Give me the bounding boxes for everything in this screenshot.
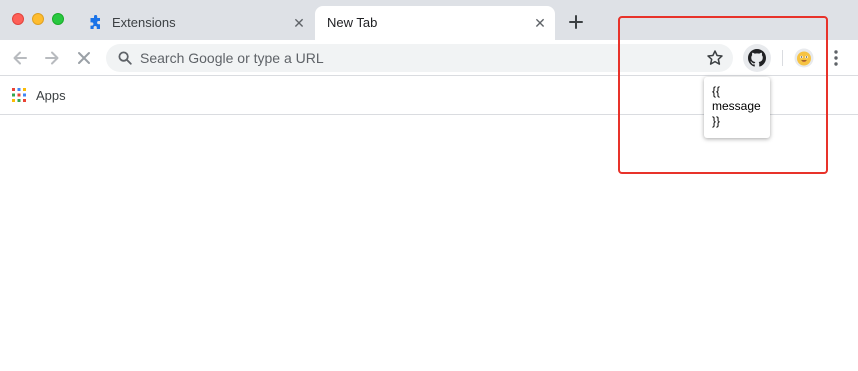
- tab-title: New Tab: [327, 15, 378, 30]
- tab-extensions[interactable]: Extensions ✕: [78, 6, 314, 40]
- menu-button[interactable]: [828, 48, 844, 68]
- stop-button[interactable]: [74, 48, 94, 68]
- close-icon: [78, 52, 90, 64]
- plus-icon: [569, 15, 583, 29]
- window-minimize-button[interactable]: [32, 13, 44, 25]
- highlight-annotation: [618, 16, 828, 174]
- close-icon[interactable]: ✕: [531, 14, 549, 32]
- apps-grid-icon[interactable]: [12, 88, 26, 102]
- window-zoom-button[interactable]: [52, 13, 64, 25]
- arrow-right-icon: [45, 51, 59, 65]
- tab-title: Extensions: [112, 15, 176, 30]
- new-tab-button[interactable]: [566, 12, 586, 32]
- tab-new-tab[interactable]: New Tab ✕: [315, 6, 555, 40]
- back-button[interactable]: [10, 48, 30, 68]
- arrow-left-icon: [13, 51, 27, 65]
- window-close-button[interactable]: [12, 13, 24, 25]
- search-icon: [118, 51, 132, 65]
- omnibox-placeholder: Search Google or type a URL: [140, 50, 324, 66]
- forward-button[interactable]: [42, 48, 62, 68]
- puzzle-icon: [88, 14, 104, 31]
- apps-bookmark[interactable]: Apps: [36, 88, 66, 103]
- close-icon[interactable]: ✕: [290, 14, 308, 32]
- vertical-dots-icon: [834, 50, 838, 66]
